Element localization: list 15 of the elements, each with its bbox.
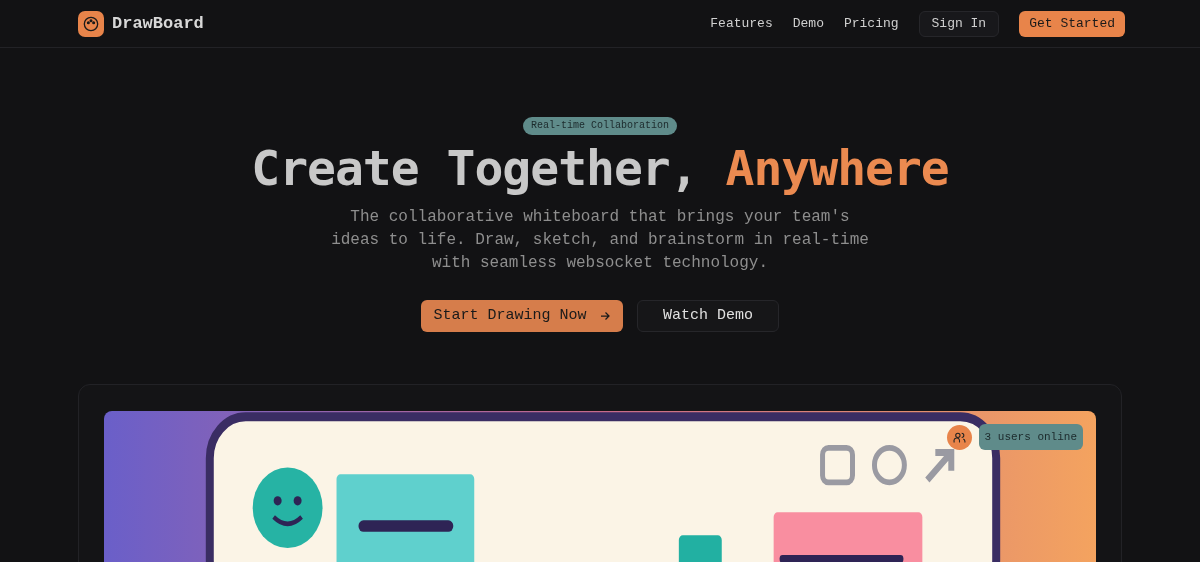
arrow-right-icon bbox=[598, 310, 611, 322]
nav-link[interactable]: Features bbox=[710, 13, 773, 34]
hero-title-accent: Anywhere bbox=[725, 140, 949, 196]
nav-link[interactable]: Pricing bbox=[843, 13, 899, 34]
brand-name[interactable]: DrawBoard bbox=[112, 10, 204, 37]
hero-title: Create Together, bbox=[251, 140, 698, 196]
palette-logo-icon bbox=[78, 10, 104, 37]
watch-demo-button[interactable]: Watch Demo bbox=[637, 300, 779, 332]
online-users-badge: 3 users online bbox=[978, 424, 1083, 450]
get-started-button[interactable]: Get Started bbox=[1019, 10, 1125, 37]
hero-description: The collaborative whiteboard that brings your team's ideas to life. Draw, sketch, and brainstorm in real-time with seamless websocket technology. bbox=[330, 207, 870, 274]
nav-link[interactable]: Demo bbox=[792, 13, 824, 34]
collaboration-badge: Real-time Collaboration bbox=[523, 117, 677, 135]
sign-in-button[interactable]: Sign In bbox=[918, 10, 1000, 37]
start-drawing-button[interactable]: Start Drawing Now bbox=[421, 300, 623, 332]
